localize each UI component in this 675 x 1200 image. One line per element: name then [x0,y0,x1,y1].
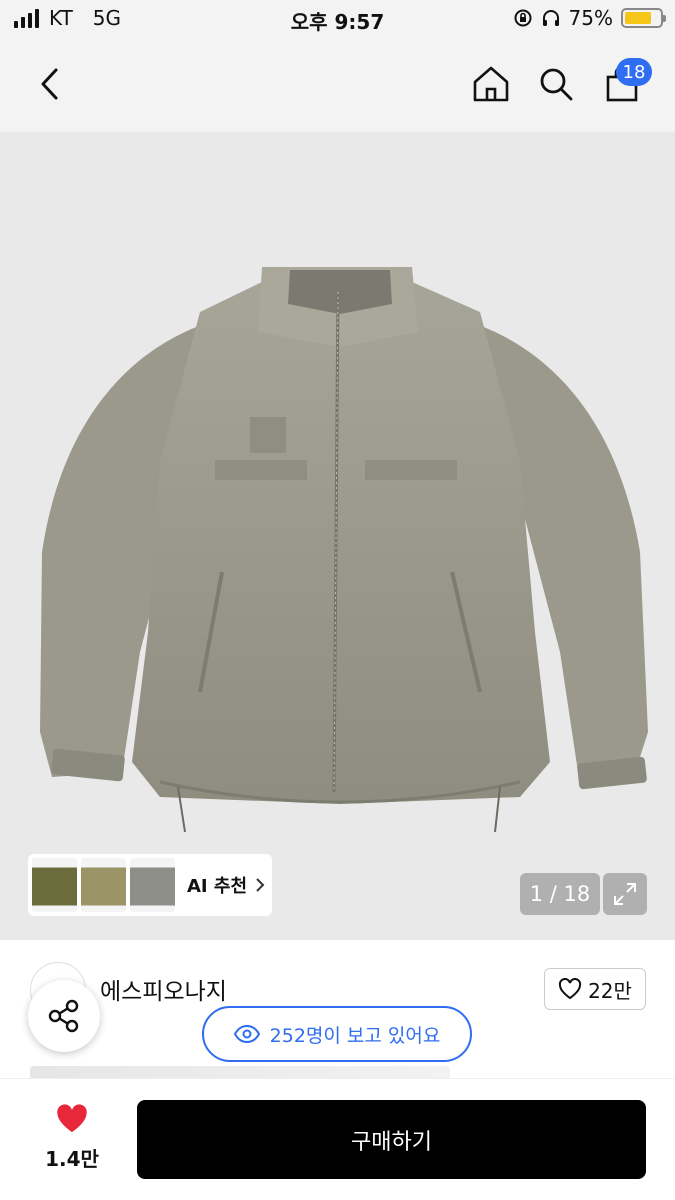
product-photo [0,132,675,940]
cart-count-badge: 18 [616,58,652,86]
battery-percent: 75% [568,6,613,30]
image-counter: 1 / 18 [520,873,600,915]
orientation-lock-icon [514,9,532,27]
favorite-count: 1.4만 [45,1147,99,1171]
shop-like-count: 22만 [588,978,632,1003]
viewers-text: 252명이 보고 있어요 [269,1024,441,1047]
expand-button[interactable] [603,873,647,915]
recommend-thumbnail[interactable] [32,858,77,912]
expand-icon [614,883,636,905]
back-button[interactable] [26,60,74,108]
search-icon [540,68,573,101]
ai-recommend-button[interactable]: AI 추천 [28,854,272,916]
bottom-bar: 1.4만 구매하기 [0,1078,675,1200]
share-icon [48,999,79,1033]
battery-icon [621,8,666,28]
shop-name[interactable]: 에스피오나지 [100,972,227,1006]
share-button[interactable] [28,980,100,1052]
home-icon [473,66,509,102]
headphones-icon [542,10,559,26]
product-image-carousel[interactable]: AI 추천 1 / 18 [0,132,675,940]
viewers-badge: 252명이 보고 있어요 [202,1006,472,1062]
home-button[interactable] [467,60,515,108]
search-button[interactable] [532,60,580,108]
eye-icon [233,1025,260,1043]
buy-button[interactable]: 구매하기 [137,1100,646,1179]
nav-bar: 18 [0,40,675,132]
chevron-left-icon [41,68,58,100]
status-bar: KT 5G 오후 9:57 75% [0,0,675,40]
shop-like-button[interactable]: 22만 [544,968,646,1010]
recommend-thumbnail[interactable] [130,858,175,912]
chevron-right-icon [256,878,265,892]
favorite-button[interactable]: 1.4만 [30,1103,114,1172]
ai-recommend-label: AI 추천 [187,876,248,897]
recommend-thumbnail[interactable] [81,858,126,912]
heart-filled-icon [57,1104,87,1133]
heart-outline-icon [558,978,582,1000]
